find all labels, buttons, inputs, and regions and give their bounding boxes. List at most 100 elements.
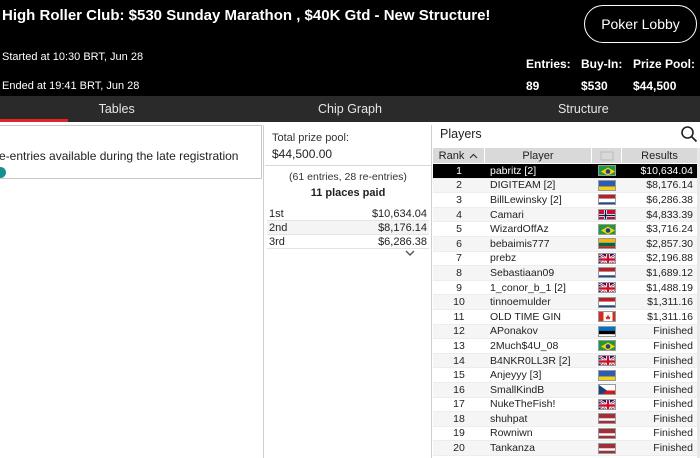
player-result: $2,196.88 <box>646 252 693 265</box>
player-row[interactable]: 6 bebaimis777 $2,857.30 <box>433 236 697 252</box>
player-row[interactable]: 10 tinnoemulder $1,311.16 <box>433 295 697 310</box>
player-row[interactable]: 14 B4NKR0LL3R [2] Finished <box>433 353 697 369</box>
tab-bar: Tables Chip Graph Structure <box>0 96 700 122</box>
country-flag-cell <box>592 311 622 323</box>
column-country[interactable] <box>592 148 622 163</box>
player-rank: 19 <box>453 427 465 440</box>
player-row[interactable]: 12 APonakov Finished <box>433 324 697 340</box>
player-name: OLD TIME GIN <box>490 310 561 323</box>
player-row[interactable]: 7 prebz $2,196.88 <box>433 252 697 267</box>
flag-brazil-icon <box>598 223 616 235</box>
flag-ukraine-icon <box>598 179 616 191</box>
player-result: $10,634.04 <box>640 164 693 177</box>
search-icon[interactable] <box>680 125 698 143</box>
player-result: $1,311.16 <box>647 310 693 323</box>
player-row[interactable]: 4 Camari $4,833.39 <box>433 207 697 223</box>
flag-icon <box>600 151 613 160</box>
poker-lobby-button[interactable]: Poker Lobby <box>584 5 697 43</box>
player-row[interactable]: 18 shuhpat Finished <box>433 412 697 427</box>
player-name: shuhpat <box>490 412 528 425</box>
country-flag-cell <box>592 267 622 279</box>
player-row[interactable]: 15 Anjeyyy [3] Finished <box>433 368 697 383</box>
country-flag-cell <box>592 398 622 410</box>
player-row[interactable]: 3 BillLewinsky [2] $6,286.38 <box>433 193 697 208</box>
player-rank: 2 <box>456 179 462 192</box>
player-result: $4,833.39 <box>646 208 693 221</box>
tab-tables[interactable]: Tables <box>0 96 233 122</box>
total-prize-value: $44,500.00 <box>272 147 333 161</box>
flag-netherlands-icon <box>598 194 616 206</box>
flag-lithuania-icon <box>598 238 616 250</box>
player-row[interactable]: 1 pabritz [2] $10,634.04 <box>433 164 697 179</box>
started-time: Started at 10:30 BRT, Jun 28 <box>2 51 144 63</box>
country-flag-cell <box>592 442 622 454</box>
tab-chip-graph[interactable]: Chip Graph <box>233 96 466 122</box>
player-result: Finished <box>653 427 693 440</box>
country-flag-cell <box>592 209 622 221</box>
player-row[interactable]: 19 Rowniwn Finished <box>433 427 697 442</box>
player-name: B4NKR0LL3R [2] <box>490 354 571 367</box>
player-result: $3,716.24 <box>646 223 693 236</box>
flag-brazil-icon <box>598 165 616 177</box>
player-row[interactable]: 20 Tankanza Finished <box>433 441 697 456</box>
column-player[interactable]: Player <box>485 148 592 163</box>
player-result: $6,286.38 <box>646 193 693 206</box>
player-name: Anjeyyy [3] <box>490 369 542 382</box>
total-prize-label: Total prize pool: <box>272 132 350 144</box>
country-flag-cell <box>592 325 622 337</box>
player-rank: 4 <box>456 208 462 221</box>
player-rank: 18 <box>453 412 465 425</box>
places-paid: 11 places paid <box>310 187 386 199</box>
info-panel: e-entries available during the late regi… <box>0 125 264 458</box>
tournament-header: High Roller Club: $530 Sunday Marathon ,… <box>0 0 700 96</box>
tab-structure[interactable]: Structure <box>467 96 700 122</box>
payout-amount: $8,176.14 <box>378 221 427 234</box>
player-rank: 3 <box>456 193 462 206</box>
country-flag-cell <box>592 194 622 206</box>
player-rank: 8 <box>456 266 462 279</box>
column-player-label: Player <box>522 149 554 162</box>
player-row[interactable]: 13 2Much$4U_08 Finished <box>433 339 697 354</box>
entries-value: 89 <box>526 79 540 93</box>
country-flag-cell <box>592 179 622 191</box>
country-flag-cell <box>592 282 622 294</box>
column-rank-label: Rank <box>438 149 465 162</box>
player-rank: 5 <box>456 223 462 236</box>
player-rank: 10 <box>453 296 465 309</box>
player-row[interactable]: 11 OLD TIME GIN $1,311.16 <box>433 310 697 325</box>
player-result: Finished <box>653 442 693 455</box>
chevron-down-icon[interactable] <box>400 248 420 258</box>
player-name: prebz <box>490 252 517 265</box>
player-rank: 12 <box>453 325 465 338</box>
player-result: $1,689.12 <box>646 266 693 279</box>
player-row[interactable]: 17 NukeTheFish! Finished <box>433 398 697 413</box>
player-rank: 14 <box>453 354 465 367</box>
player-row[interactable]: 2 DIGITEAM [2] $8,176.14 <box>433 178 697 194</box>
buyin-label: Buy-In: <box>581 57 623 71</box>
column-results[interactable]: Results <box>622 148 697 163</box>
player-row[interactable]: 8 Sebastiaan09 $1,689.12 <box>433 266 697 281</box>
entries-breakdown: (61 entries, 28 re-entries) <box>289 171 407 183</box>
player-rank: 9 <box>456 281 462 294</box>
player-name: 1_conor_b_1 [2] <box>490 281 566 294</box>
flag-latvia-icon <box>598 413 616 425</box>
player-name: WizardOffAz <box>490 223 549 236</box>
flag-estonia-icon <box>598 325 616 337</box>
player-row[interactable]: 16 SmallKindB Finished <box>433 382 697 398</box>
player-row[interactable]: 5 WizardOffAz $3,716.24 <box>433 222 697 237</box>
players-table-header: Rank Player Results <box>433 148 697 163</box>
reentry-text: e-entries available during the late regi… <box>0 149 239 163</box>
player-rank: 1 <box>456 164 462 177</box>
player-row[interactable]: 9 1_conor_b_1 [2] $1,488.19 <box>433 281 697 296</box>
info-icon[interactable] <box>0 167 6 178</box>
player-result: $2,857.30 <box>646 237 693 250</box>
prizepool-value: $44,500 <box>633 79 677 93</box>
players-title: Players <box>440 127 482 141</box>
country-flag-cell <box>592 252 622 264</box>
players-table-body: 1 pabritz [2] $10,634.04 2 DIGITEAM [2] $8,17… <box>433 164 697 456</box>
prizepool-label: Prize Pool: <box>633 57 696 71</box>
country-flag-cell <box>592 384 622 396</box>
flag-brazil-icon <box>598 340 616 352</box>
flag-uk-icon <box>598 355 616 367</box>
column-rank[interactable]: Rank <box>433 148 485 163</box>
